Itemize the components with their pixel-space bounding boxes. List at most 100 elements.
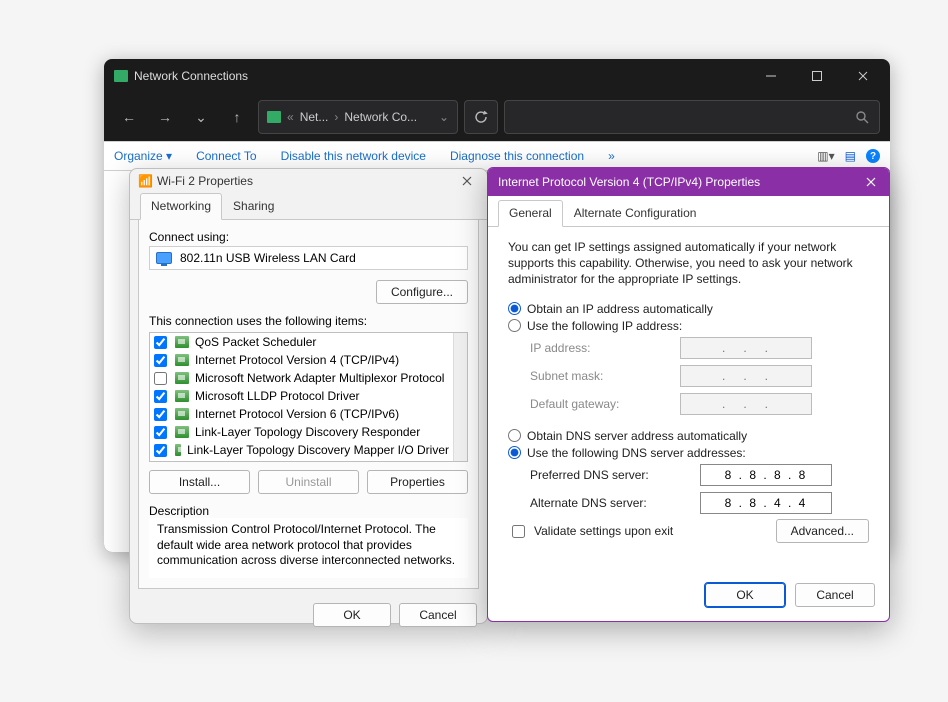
titlebar: Internet Protocol Version 4 (TCP/IPv4) P… — [488, 168, 889, 196]
obtain-dns-radio[interactable] — [508, 429, 521, 442]
protocol-checkbox[interactable] — [154, 426, 167, 439]
toolbar: ← → ⌄ ↑ « Net... › Network Co... ⌄ — [104, 93, 890, 141]
protocol-list-item[interactable]: Link-Layer Topology Discovery Mapper I/O… — [150, 441, 453, 459]
description-label: Description — [149, 504, 468, 518]
protocol-checkbox[interactable] — [154, 354, 167, 367]
scrollbar[interactable] — [453, 333, 467, 461]
ok-button[interactable]: OK — [313, 603, 391, 627]
connect-using-label: Connect using: — [149, 230, 468, 244]
protocol-icon — [175, 354, 189, 366]
adapter-field: 802.11n USB Wireless LAN Card — [149, 246, 468, 270]
forward-button[interactable]: → — [150, 102, 180, 132]
help-icon[interactable]: ? — [866, 149, 880, 163]
protocol-checkbox[interactable] — [154, 390, 167, 403]
refresh-button[interactable] — [464, 100, 498, 134]
protocol-label: QoS Packet Scheduler — [195, 335, 316, 349]
details-pane-icon[interactable]: ▤ — [845, 149, 856, 163]
cancel-button[interactable]: Cancel — [795, 583, 875, 607]
configure-button[interactable]: Configure... — [376, 280, 468, 304]
protocol-checkbox[interactable] — [154, 336, 167, 349]
use-ip-label: Use the following IP address: — [527, 319, 682, 333]
adapter-name: 802.11n USB Wireless LAN Card — [180, 251, 356, 265]
protocol-checkbox[interactable] — [154, 408, 167, 421]
titlebar: 📶 Wi-Fi 2 Properties — [130, 169, 487, 193]
ip-address-field — [680, 337, 812, 359]
validate-checkbox[interactable] — [512, 525, 525, 538]
back-button[interactable]: ← — [114, 102, 144, 132]
default-gateway-label: Default gateway: — [530, 397, 680, 411]
protocol-list-item[interactable]: Internet Protocol Version 4 (TCP/IPv4) — [150, 351, 453, 369]
search-icon — [855, 110, 869, 124]
subnet-mask-label: Subnet mask: — [530, 369, 680, 383]
up-button[interactable]: ↑ — [222, 102, 252, 132]
minimize-button[interactable] — [748, 61, 794, 91]
protocol-list-item[interactable]: Link-Layer Topology Discovery Responder — [150, 423, 453, 441]
tab-strip: Networking Sharing — [130, 193, 487, 220]
obtain-ip-label: Obtain an IP address automatically — [527, 302, 713, 316]
protocol-label: Link-Layer Topology Discovery Responder — [195, 425, 420, 439]
use-dns-radio[interactable] — [508, 446, 521, 459]
protocol-icon — [175, 408, 189, 420]
disable-device-button[interactable]: Disable this network device — [281, 149, 426, 163]
alternate-dns-field[interactable] — [700, 492, 832, 514]
close-button[interactable] — [853, 170, 889, 194]
breadcrumb-1[interactable]: Net... — [300, 110, 329, 124]
protocol-checkbox[interactable] — [154, 444, 167, 457]
view-icon[interactable]: ▥▾ — [817, 149, 834, 163]
diagnose-button[interactable]: Diagnose this connection — [450, 149, 584, 163]
maximize-button[interactable] — [794, 61, 840, 91]
tab-networking[interactable]: Networking — [140, 193, 222, 220]
breadcrumb-2[interactable]: Network Co... — [344, 110, 417, 124]
validate-label: Validate settings upon exit — [534, 524, 673, 538]
protocol-icon — [175, 444, 181, 456]
network-icon — [114, 70, 128, 82]
chevron-down-icon[interactable]: ⌄ — [439, 110, 449, 124]
cancel-button[interactable]: Cancel — [399, 603, 477, 627]
protocol-list-item[interactable]: Microsoft Network Adapter Multiplexor Pr… — [150, 369, 453, 387]
subnet-mask-field — [680, 365, 812, 387]
history-dropdown[interactable]: ⌄ — [186, 102, 216, 132]
protocol-label: Link-Layer Topology Discovery Mapper I/O… — [187, 443, 449, 457]
wifi-properties-dialog: 📶 Wi-Fi 2 Properties Networking Sharing … — [129, 168, 488, 624]
window-title: Network Connections — [134, 69, 748, 83]
connect-to-button[interactable]: Connect To — [196, 149, 257, 163]
tab-alternate[interactable]: Alternate Configuration — [563, 200, 708, 227]
uninstall-button[interactable]: Uninstall — [258, 470, 359, 494]
dialog-title: Internet Protocol Version 4 (TCP/IPv4) P… — [498, 175, 853, 189]
adapter-icon — [156, 252, 172, 264]
protocol-list-item[interactable]: QoS Packet Scheduler — [150, 333, 453, 351]
ok-button[interactable]: OK — [705, 583, 785, 607]
organize-menu[interactable]: Organize ▾ — [114, 149, 172, 163]
search-input[interactable] — [504, 100, 880, 134]
tcpip-properties-dialog: Internet Protocol Version 4 (TCP/IPv4) P… — [487, 167, 890, 622]
obtain-ip-radio[interactable] — [508, 302, 521, 315]
tab-sharing[interactable]: Sharing — [222, 193, 285, 220]
properties-button[interactable]: Properties — [367, 470, 468, 494]
default-gateway-field — [680, 393, 812, 415]
wifi-icon: 📶 — [138, 174, 153, 188]
obtain-dns-label: Obtain DNS server address automatically — [527, 429, 747, 443]
install-button[interactable]: Install... — [149, 470, 250, 494]
ip-address-label: IP address: — [530, 341, 680, 355]
close-button[interactable] — [449, 169, 485, 193]
protocol-icon — [175, 426, 189, 438]
protocol-icon — [175, 390, 189, 402]
preferred-dns-label: Preferred DNS server: — [530, 468, 700, 482]
use-dns-label: Use the following DNS server addresses: — [527, 446, 746, 460]
overflow-menu[interactable]: » — [608, 149, 615, 163]
items-label: This connection uses the following items… — [149, 314, 468, 328]
protocol-icon — [175, 372, 189, 384]
address-bar[interactable]: « Net... › Network Co... ⌄ — [258, 100, 458, 134]
close-button[interactable] — [840, 61, 886, 91]
protocol-label: Internet Protocol Version 4 (TCP/IPv4) — [195, 353, 399, 367]
tab-general[interactable]: General — [498, 200, 563, 227]
protocol-list-item[interactable]: Internet Protocol Version 6 (TCP/IPv6) — [150, 405, 453, 423]
protocol-icon — [175, 336, 189, 348]
dialog-title: Wi-Fi 2 Properties — [157, 174, 449, 188]
advanced-button[interactable]: Advanced... — [776, 519, 869, 543]
protocol-checkbox[interactable] — [154, 372, 167, 385]
use-ip-radio[interactable] — [508, 319, 521, 332]
protocol-list-item[interactable]: Microsoft LLDP Protocol Driver — [150, 387, 453, 405]
tab-strip: General Alternate Configuration — [488, 200, 889, 227]
preferred-dns-field[interactable] — [700, 464, 832, 486]
